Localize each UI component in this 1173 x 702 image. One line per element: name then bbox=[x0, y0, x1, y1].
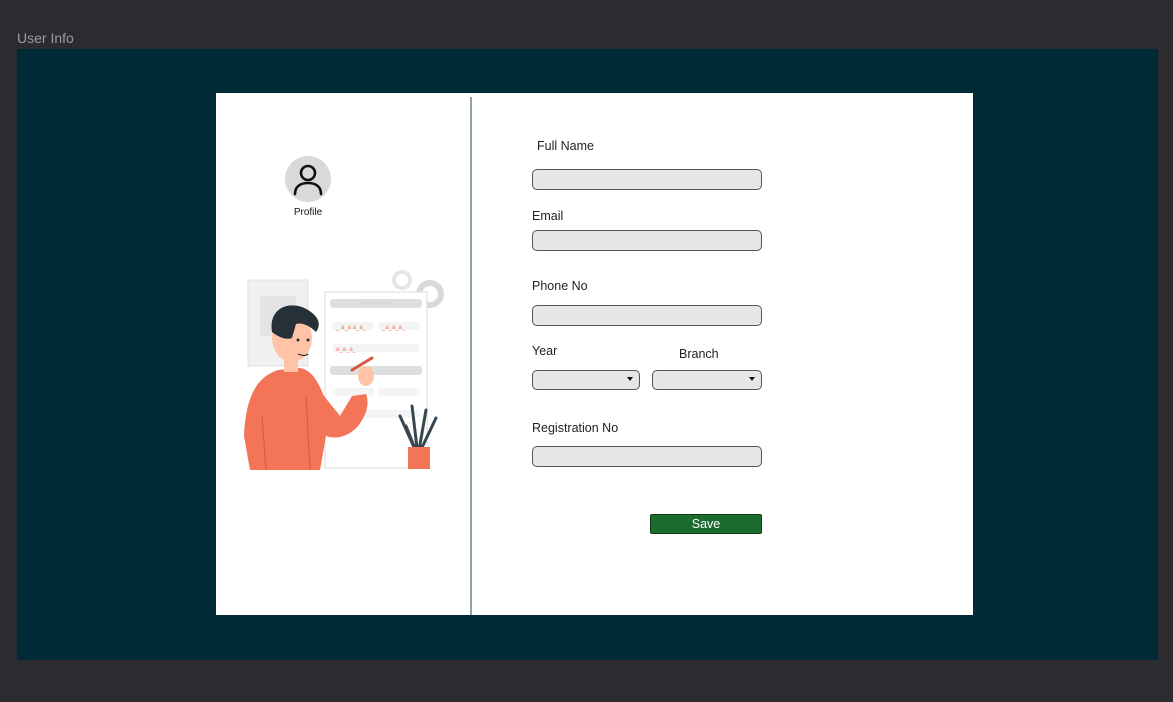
phone-label: Phone No bbox=[532, 279, 588, 293]
branch-select[interactable] bbox=[652, 370, 762, 390]
email-label: Email bbox=[532, 209, 564, 223]
registration-input[interactable] bbox=[532, 446, 762, 467]
frame-title: User Info bbox=[17, 30, 74, 46]
registration-label: Registration No bbox=[532, 421, 619, 435]
full-name-label: Full Name bbox=[537, 139, 594, 153]
caret-down-icon bbox=[749, 377, 755, 381]
person-filling-form-illustration: _ a_a a_a_ _a_a_a_ a_a_a_ bbox=[244, 270, 444, 471]
panel-divider bbox=[470, 97, 472, 615]
user-icon bbox=[293, 164, 323, 196]
avatar[interactable] bbox=[285, 156, 331, 202]
svg-text:a_a_a_: a_a_a_ bbox=[336, 347, 357, 353]
profile-label: Profile bbox=[293, 207, 323, 218]
user-info-card: Profile _ a_a a_a_ _a_a_a_ a_a_a_ Full N… bbox=[216, 93, 973, 615]
svg-text:_a_a_a_: _a_a_a_ bbox=[381, 325, 406, 331]
phone-input[interactable] bbox=[532, 305, 762, 326]
year-select[interactable] bbox=[532, 370, 640, 390]
svg-text:_ a_a a_a_: _ a_a a_a_ bbox=[335, 325, 367, 331]
save-button[interactable]: Save bbox=[650, 514, 762, 534]
email-input[interactable] bbox=[532, 230, 762, 251]
profile-section[interactable]: Profile bbox=[285, 156, 331, 218]
year-label: Year bbox=[532, 344, 558, 358]
branch-label: Branch bbox=[679, 347, 719, 361]
full-name-input[interactable] bbox=[532, 169, 762, 190]
caret-down-icon bbox=[627, 377, 633, 381]
